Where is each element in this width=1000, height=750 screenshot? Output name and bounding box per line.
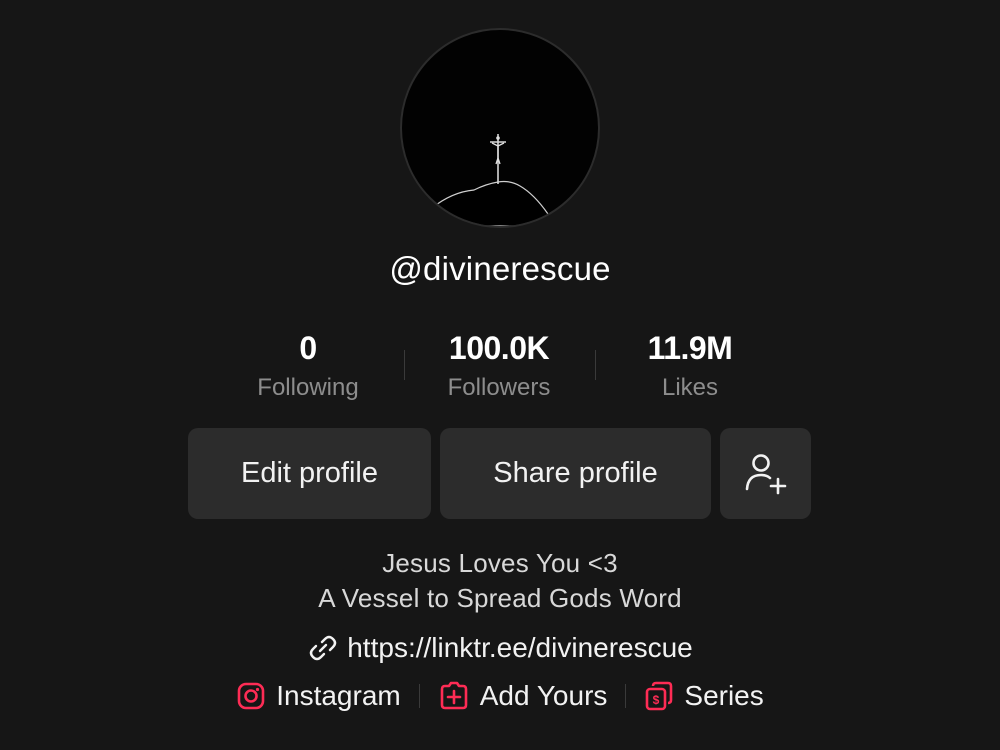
chip-divider xyxy=(625,684,627,708)
link-icon xyxy=(310,635,337,661)
add-yours-icon xyxy=(440,681,468,710)
instagram-chip[interactable]: Instagram xyxy=(236,680,401,712)
edit-profile-label: Edit profile xyxy=(240,457,378,489)
add-user-icon xyxy=(745,453,786,494)
stat-divider xyxy=(404,350,405,380)
instagram-label: Instagram xyxy=(276,680,401,711)
followers-count: 100.0K xyxy=(448,330,550,366)
bio-line-1: Jesus Loves You <3 xyxy=(382,548,618,578)
likes-count: 11.9M xyxy=(647,330,733,366)
likes-label: Likes xyxy=(661,374,719,401)
profile-link[interactable]: https://linktr.ee/divinerescue xyxy=(0,632,1000,664)
instagram-icon xyxy=(237,682,265,710)
bio-line-2: A Vessel to Spread Gods Word xyxy=(318,583,682,613)
following-label: Following xyxy=(257,374,359,401)
share-profile-button[interactable]: Share profile xyxy=(440,428,711,519)
profile-chips: Instagram Add Yours $ Series xyxy=(0,680,1000,712)
profile-link-text: https://linktr.ee/divinerescue xyxy=(347,632,693,663)
add-friend-button[interactable] xyxy=(720,428,811,519)
series-chip[interactable]: $ Series xyxy=(644,680,764,712)
stat-divider xyxy=(595,350,596,380)
edit-profile-button[interactable]: Edit profile xyxy=(188,428,431,519)
stat-following[interactable]: 0 Following xyxy=(218,328,398,404)
username: @divinerescue xyxy=(389,250,611,287)
stat-followers[interactable]: 100.0K Followers xyxy=(409,328,589,404)
following-count: 0 xyxy=(299,330,317,366)
svg-text:$: $ xyxy=(653,693,660,707)
chip-divider xyxy=(418,684,420,708)
followers-label: Followers xyxy=(447,374,551,401)
share-profile-label: Share profile xyxy=(493,457,658,489)
crucifix-on-hill-icon xyxy=(425,134,553,226)
avatar[interactable] xyxy=(400,28,600,228)
series-label: Series xyxy=(684,680,764,711)
series-icon: $ xyxy=(646,681,673,711)
add-yours-label: Add Yours xyxy=(479,680,608,711)
stat-likes[interactable]: 11.9M Likes xyxy=(600,328,780,404)
add-yours-chip[interactable]: Add Yours xyxy=(438,680,608,712)
